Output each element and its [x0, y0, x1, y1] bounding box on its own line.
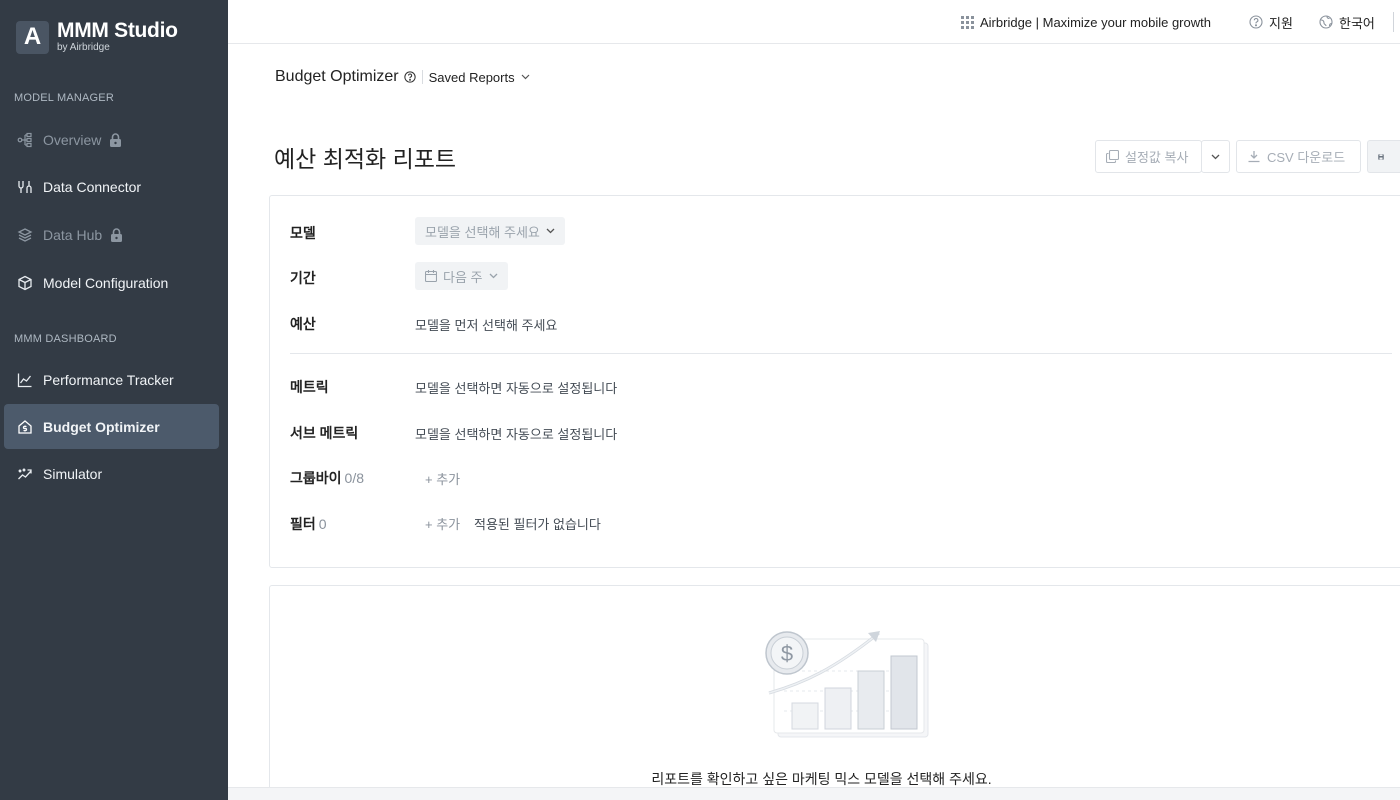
sidebar-item-model-configuration[interactable]: Model Configuration	[4, 260, 219, 305]
sidebar-item-performance-tracker[interactable]: Performance Tracker	[4, 357, 219, 402]
topbar-divider	[1393, 12, 1394, 32]
chevron-down-icon	[489, 273, 497, 279]
sidebar-item-label: Budget Optimizer	[43, 418, 160, 435]
saved-reports-label: Saved Reports	[428, 69, 515, 85]
sidebar-item-data-hub[interactable]: Data Hub	[4, 212, 219, 257]
csv-download-button[interactable]: CSV 다운로드	[1236, 140, 1361, 173]
csv-download-label: CSV 다운로드	[1267, 150, 1346, 165]
sidebar-item-label: Model Configuration	[43, 274, 169, 291]
logo-subtitle: by Airbridge	[57, 42, 110, 53]
empty-state-message: 리포트를 확인하고 싶은 마케팅 믹스 모델을 선택해 주세요.	[651, 771, 992, 787]
overview-icon	[17, 132, 33, 148]
period-label: 기간	[290, 270, 316, 286]
metric-value: 모델을 선택하면 자동으로 설정됩니다	[415, 381, 618, 396]
support-label: 지원	[1269, 15, 1293, 31]
logo-mark: A	[16, 20, 49, 54]
budget-label: 예산	[290, 316, 316, 332]
top-bar: Airbridge | Maximize your mobile growth …	[228, 0, 1400, 44]
sidebar-item-label: Data Connector	[43, 178, 142, 195]
airbridge-link-label: Airbridge | Maximize your mobile growth	[980, 14, 1211, 30]
section-mmm-dashboard: MMM DASHBOARD	[14, 333, 117, 345]
sidebar: A MMM Studio by Airbridge MODEL MANAGER …	[0, 0, 228, 800]
sidebar-item-overview[interactable]: Overview	[4, 117, 219, 162]
budget-growth-illustration: $	[765, 631, 929, 738]
budget-value: 모델을 먼저 선택해 주세요	[415, 318, 558, 333]
saved-reports-dropdown[interactable]: Saved Reports	[429, 70, 530, 85]
metric-label: 메트릭	[290, 379, 329, 395]
filter-row: 필터 0	[290, 514, 327, 534]
globe-icon	[1319, 15, 1333, 29]
lock-icon	[109, 132, 122, 147]
support-link[interactable]: 지원	[1249, 0, 1293, 44]
bottom-scroll-strip	[228, 787, 1400, 800]
sidebar-item-simulator[interactable]: Simulator	[4, 451, 219, 496]
chevron-down-icon	[1211, 154, 1220, 159]
app-logo[interactable]: A MMM Studio by Airbridge	[16, 20, 178, 54]
period-select[interactable]: 다음 주	[415, 262, 508, 290]
lock-icon	[110, 227, 123, 242]
sidebar-item-label: Simulator	[43, 465, 103, 482]
group-by-label: 그룹바이	[290, 470, 342, 486]
model-select-placeholder: 모델을 선택해 주세요	[425, 224, 540, 240]
section-model-manager: MODEL MANAGER	[14, 92, 114, 104]
data-hub-icon	[17, 227, 33, 243]
chevron-down-icon	[521, 74, 530, 80]
download-icon	[1248, 151, 1260, 163]
sidebar-item-label: Overview	[43, 131, 102, 148]
page-title: 예산 최적화 리포트	[274, 146, 457, 172]
sub-metric-label: 서브 메트릭	[290, 425, 359, 441]
sub-metric-value: 모델을 선택하면 자동으로 설정됩니다	[415, 427, 618, 442]
sidebar-item-data-connector[interactable]: Data Connector	[4, 164, 219, 209]
chevron-down-icon	[546, 228, 555, 234]
model-select[interactable]: 모델을 선택해 주세요	[415, 217, 565, 245]
card-divider	[290, 353, 1392, 354]
filter-add-button[interactable]: + 추가	[425, 514, 460, 533]
help-icon[interactable]	[403, 71, 416, 83]
model-label: 모델	[290, 225, 316, 241]
copy-settings-label: 설정값 복사	[1125, 150, 1189, 165]
save-button[interactable]	[1367, 140, 1400, 173]
sidebar-item-label: Data Hub	[43, 226, 103, 243]
home-dollar-icon	[17, 419, 33, 435]
copy-icon	[1106, 150, 1119, 163]
group-by-add-button[interactable]: + 추가	[425, 469, 460, 488]
sidebar-item-budget-optimizer[interactable]: Budget Optimizer	[4, 404, 219, 449]
language-selector[interactable]: 한국어	[1319, 0, 1375, 44]
line-chart-icon	[17, 372, 33, 388]
data-connector-icon	[17, 179, 33, 195]
sidebar-item-label: Performance Tracker	[43, 371, 174, 388]
group-by-row: 그룹바이 0/8	[290, 468, 364, 488]
report-settings-card: 모델 모델을 선택해 주세요 기간 다음 주 예산 모델을 먼저 선택해 주세요…	[269, 195, 1400, 568]
save-icon	[1378, 153, 1384, 160]
cube-icon	[17, 275, 33, 291]
filter-empty-text: 적용된 필터가 없습니다	[474, 517, 601, 532]
grid-icon	[961, 15, 974, 29]
help-icon	[1249, 15, 1263, 29]
group-by-count: 0/8	[344, 470, 364, 486]
filter-label: 필터	[290, 516, 316, 532]
svg-text:$: $	[781, 641, 793, 666]
empty-state-card: $ 리포트를 확인하고 싶은 마케팅 믹스 모델을 선택해 주세요.	[269, 585, 1400, 800]
airbridge-link[interactable]: Airbridge | Maximize your mobile growth	[961, 0, 1211, 44]
copy-settings-dropdown[interactable]	[1201, 140, 1230, 173]
language-label: 한국어	[1339, 15, 1375, 31]
calendar-icon	[425, 270, 437, 282]
filter-count: 0	[318, 516, 327, 532]
copy-settings-button[interactable]: 설정값 복사	[1095, 140, 1202, 173]
trend-icon	[17, 466, 33, 482]
breadcrumb-title: Budget Optimizer	[275, 68, 399, 85]
logo-title: MMM Studio	[57, 19, 178, 42]
breadcrumb: Budget Optimizer Saved Reports	[275, 66, 530, 88]
period-select-value: 다음 주	[443, 269, 483, 285]
breadcrumb-divider	[421, 70, 423, 84]
